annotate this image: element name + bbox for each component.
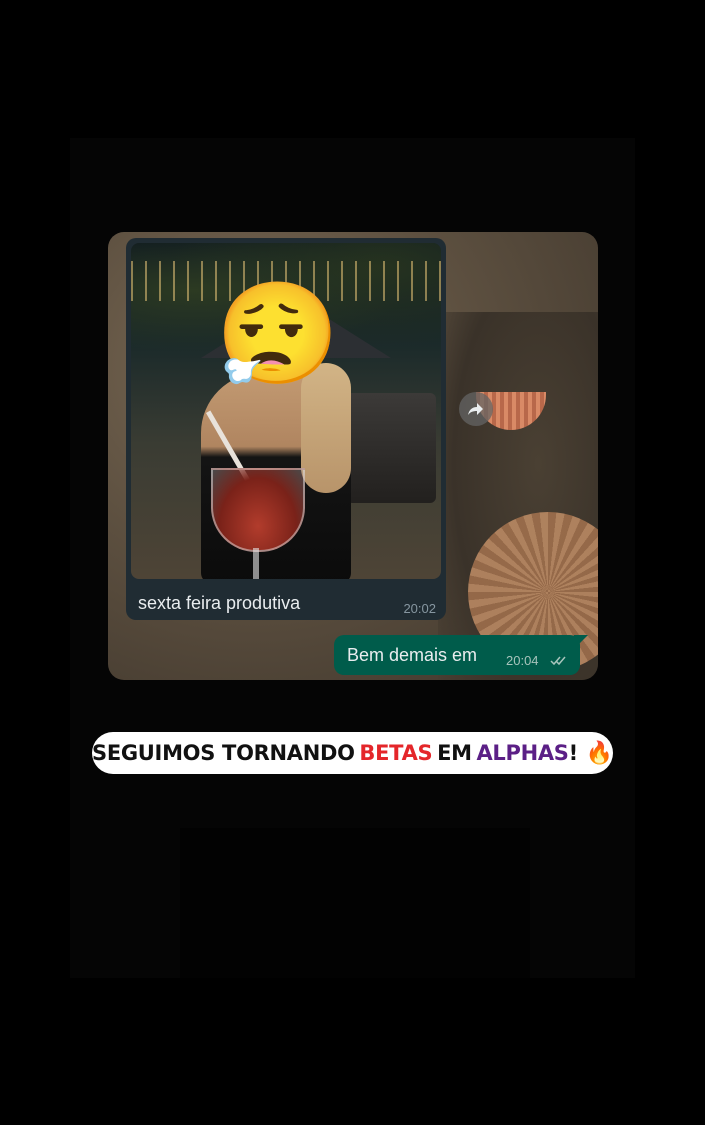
message-time: 20:02 (403, 601, 436, 616)
chat-screenshot: 😮‍💨 sexta feira produtiva 20:02 Bem dema… (108, 232, 598, 680)
forward-arrow-icon (468, 403, 483, 415)
background-block (180, 828, 530, 978)
photo-glass-stem (253, 548, 259, 579)
story-caption-banner: SEGUIMOS TORNANDO BETAS EM ALPHAS! 🔥 (92, 732, 613, 774)
face-exhaling-emoji: 😮‍💨 (215, 276, 340, 393)
story-page: 😮‍💨 sexta feira produtiva 20:02 Bem dema… (0, 0, 705, 1125)
outgoing-message-text: Bem demais em (347, 645, 478, 665)
double-check-icon (550, 656, 566, 666)
photo-background-people (346, 393, 436, 503)
forward-button[interactable] (459, 392, 493, 426)
outgoing-message-time: 20:04 (506, 653, 539, 668)
message-photo[interactable]: 😮‍💨 (131, 243, 441, 579)
incoming-image-message[interactable]: 😮‍💨 sexta feira produtiva 20:02 (126, 238, 446, 620)
photo-drink-glass (211, 468, 305, 552)
fire-emoji-icon: 🔥 (585, 740, 614, 766)
banner-text-alphas: ALPHAS (476, 741, 569, 765)
banner-text-betas: BETAS (359, 741, 433, 765)
message-caption: sexta feira produtiva (138, 593, 301, 613)
outgoing-message[interactable]: Bem demais em 20:04 (334, 635, 580, 675)
banner-text-em: EM (437, 741, 472, 765)
banner-text-exclamation: ! (568, 741, 579, 765)
banner-text-part1: SEGUIMOS TORNANDO (92, 741, 355, 765)
